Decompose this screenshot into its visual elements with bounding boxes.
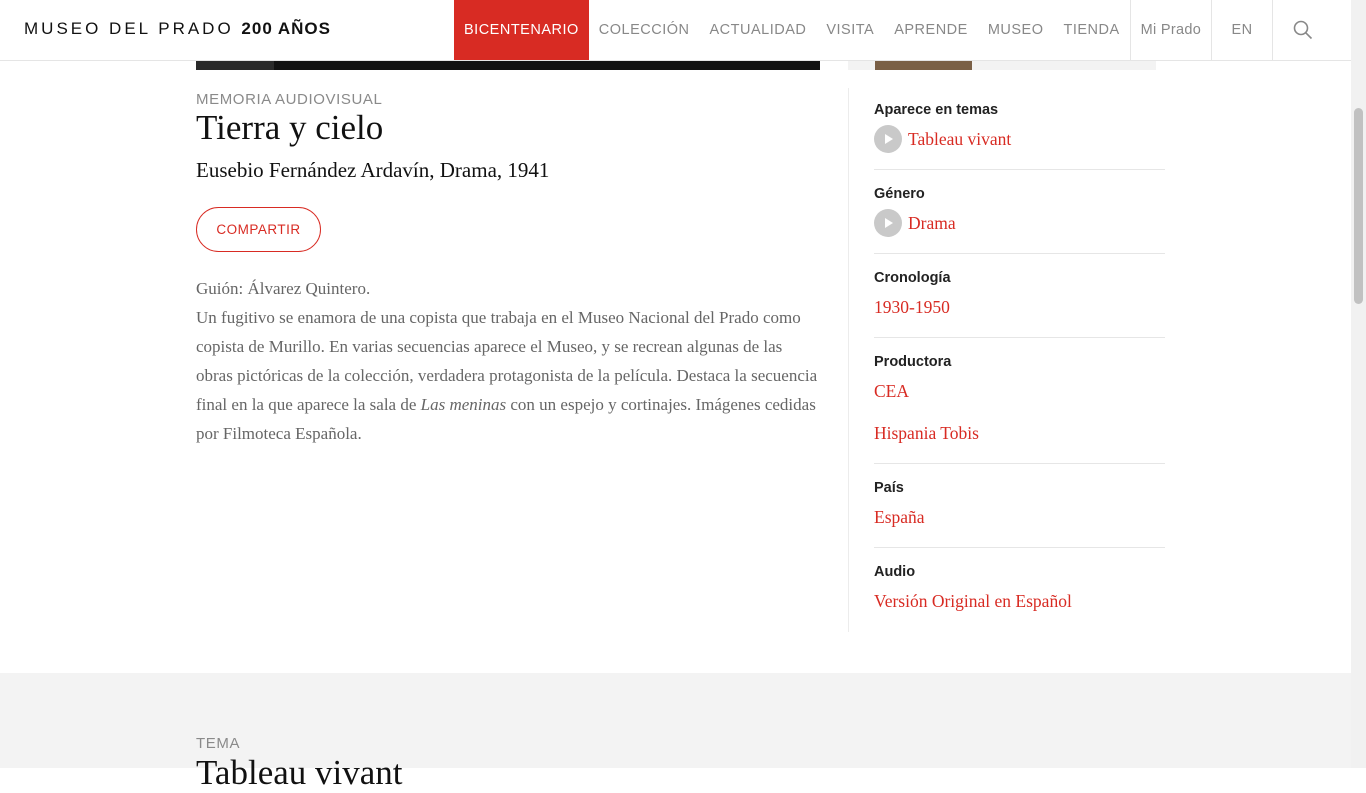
pais-link[interactable]: España [874, 503, 1165, 531]
scrollbar-thumb[interactable] [1354, 108, 1363, 304]
related-thumbnail-edge[interactable] [848, 60, 1156, 70]
meta-label: Aparece en temas [874, 102, 999, 118]
nav-item-bicentenario[interactable]: BICENTENARIO [454, 0, 589, 60]
search-icon [1293, 20, 1313, 40]
site-header: MUSEO DEL PRADO 200 AÑOS BICENTENARIO CO… [0, 0, 1351, 61]
tema-eyebrow: TEMA [196, 735, 241, 752]
artwork-title: Las meninas [420, 395, 507, 414]
share-button[interactable]: COMPARTIR [196, 207, 321, 252]
meta-label: Audio [874, 564, 916, 580]
nav-item-visita[interactable]: VISITA [816, 0, 884, 60]
play-icon [874, 125, 902, 153]
script-credit: Guión: Álvarez Quintero. [196, 279, 371, 298]
cronologia-link[interactable]: 1930-1950 [874, 293, 1165, 321]
nav-item-actualidad[interactable]: ACTUALIDAD [699, 0, 816, 60]
tema-link[interactable]: Tableau vivant [874, 125, 1165, 153]
search-button[interactable] [1273, 0, 1333, 60]
sidebar-divider [848, 88, 849, 632]
film-description: Guión: Álvarez Quintero. Un fugitivo se … [196, 274, 820, 448]
logo-anniversary-text: 200 AÑOS [241, 19, 331, 38]
language-switch[interactable]: EN [1212, 0, 1272, 60]
meta-genero: Género Drama [874, 184, 1165, 254]
nav-item-museo[interactable]: MUSEO [978, 0, 1054, 60]
audio-link[interactable]: Versión Original en Español [874, 587, 1165, 615]
nav-item-aprende[interactable]: APRENDE [884, 0, 978, 60]
logo-text: MUSEO DEL PRADO [24, 19, 234, 38]
meta-label: Género [874, 186, 925, 202]
page-title: Tierra y cielo [196, 108, 384, 147]
site-logo[interactable]: MUSEO DEL PRADO 200 AÑOS [24, 19, 331, 39]
main-nav: BICENTENARIO COLECCIÓN ACTUALIDAD VISITA… [454, 0, 1333, 60]
page-scrollbar[interactable] [1351, 0, 1366, 768]
film-subtitle: Eusebio Fernández Ardavín, Drama, 1941 [196, 158, 550, 182]
nav-item-mi-prado[interactable]: Mi Prado [1131, 0, 1211, 60]
meta-pais: País España [874, 478, 1165, 548]
tema-section: TEMA Tableau vivant [0, 673, 1351, 792]
nav-item-coleccion[interactable]: COLECCIÓN [589, 0, 700, 60]
nav-item-tienda[interactable]: TIENDA [1053, 0, 1129, 60]
meta-label: Cronología [874, 270, 951, 286]
meta-cronologia: Cronología 1930-1950 [874, 268, 1165, 338]
metadata-sidebar: Aparece en temas Tableau vivant Género D… [874, 100, 1165, 645]
productora-link-hispania-tobis[interactable]: Hispania Tobis [874, 419, 1165, 447]
play-icon [874, 209, 902, 237]
synopsis: Un fugitivo se enamora de una copista qu… [196, 308, 818, 443]
productora-link-cea[interactable]: CEA [874, 377, 1165, 405]
meta-productora: Productora CEA Hispania Tobis [874, 352, 1165, 464]
meta-audio: Audio Versión Original en Español [874, 562, 1165, 631]
section-eyebrow: MEMORIA AUDIOVISUAL [196, 91, 383, 108]
meta-label: Productora [874, 354, 952, 370]
meta-temas: Aparece en temas Tableau vivant [874, 100, 1165, 170]
video-player-edge[interactable] [196, 60, 820, 70]
genero-link[interactable]: Drama [874, 209, 1165, 237]
tema-title: Tableau vivant [196, 753, 403, 792]
meta-label: País [874, 480, 904, 496]
